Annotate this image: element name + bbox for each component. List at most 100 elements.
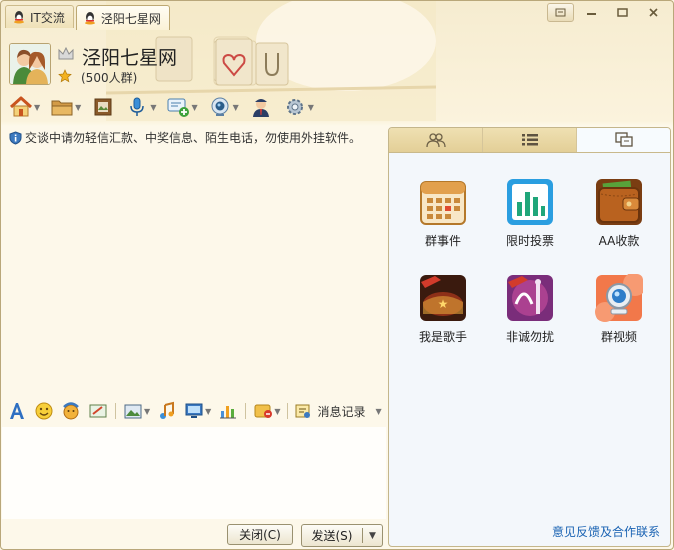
send-button[interactable]: 发送(S) [302,527,362,544]
home-icon [9,96,33,117]
app-group-events[interactable]: 群事件 [403,178,483,249]
chevron-down-icon[interactable]: ▼ [308,103,314,112]
chevron-down-icon[interactable]: ▼ [274,407,280,416]
font-icon [10,403,24,419]
video-icon [211,97,229,116]
screenshot-button[interactable]: ▼ [184,399,211,423]
history-icon [295,404,311,418]
chevron-down-icon[interactable]: ▼ [375,407,381,416]
list-icon [521,134,538,146]
app-label: 限时投票 [505,234,554,248]
feedback-link[interactable]: 意见反馈及合作联系 [552,523,660,540]
app-label: 群事件 [424,234,461,248]
tab-jingyang-qixing[interactable]: 泾阳七星网 [75,5,170,30]
minimize-icon[interactable] [578,3,605,22]
screen-capture-icon [185,403,203,418]
tab-it-exchange[interactable]: IT交流 [5,5,74,28]
message-input[interactable] [2,427,386,519]
qq-penguin-icon [14,11,24,24]
dating-show-icon [506,274,554,322]
settings-button[interactable]: ▼ [281,94,316,120]
chevron-down-icon[interactable]: ▼ [75,103,81,112]
apps-icon [614,131,633,147]
shield-info-icon [9,130,22,145]
magic-emoji-icon [63,402,79,420]
settings-icon [286,99,303,115]
app-if-you-are-the-one[interactable]: 非诚勿扰 [490,274,570,345]
chevron-down-icon[interactable]: ▼ [233,103,239,112]
magic-emoji-button[interactable] [61,399,81,423]
close-button[interactable]: 关闭(C) [227,524,293,545]
doodle-icon [89,404,107,418]
close-icon[interactable] [640,3,667,22]
conversation-tabs: IT交流 泾阳七星网 [5,5,170,30]
admin-icon [252,99,269,117]
doodle-button[interactable] [88,399,108,423]
restore-icon[interactable] [547,3,574,22]
chevron-down-icon[interactable]: ▼ [34,103,40,112]
chevron-down-icon[interactable]: ▼ [144,407,150,416]
chevron-down-icon[interactable]: ▼ [205,407,211,416]
folder-icon [51,100,73,116]
format-toolbar: ▼ ▼ ▼ 消息记录 ▼ [7,397,383,425]
home-button[interactable]: ▼ [7,94,42,120]
app-group-video[interactable]: 群视频 [579,274,659,345]
voice-button[interactable]: ▼ [123,94,158,120]
group-video-icon [595,274,643,322]
album-icon [94,98,112,116]
chat-add-button[interactable]: ▼ [164,94,199,120]
tab-label: IT交流 [30,10,65,25]
send-image-button[interactable]: ▼ [123,399,150,423]
shake-button[interactable]: ▼ [253,399,280,423]
singer-icon: ★ [419,274,467,322]
image-icon [124,404,142,419]
chat-add-icon [167,98,190,117]
group-side-panel: 群事件 限时投票 AA收款 ★ 我是歌手 非诚勿扰 群视频 意见反馈及合作联系 [388,127,671,547]
app-i-am-singer[interactable]: ★ 我是歌手 [403,274,483,345]
voice-icon [130,97,145,116]
app-timed-vote[interactable]: 限时投票 [490,178,570,249]
music-button[interactable] [157,399,177,423]
app-label: AA收款 [598,234,640,248]
vote-chart-icon [506,178,554,226]
tab-label: 泾阳七星网 [100,11,161,26]
calendar-icon [419,178,467,226]
main-toolbar: ▼ ▼ ▼ ▼ ▼ ▼ [7,93,322,121]
app-aa-collection[interactable]: AA收款 [579,178,659,249]
smiley-icon [35,402,53,420]
chevron-down-icon[interactable]: ▼ [150,103,156,112]
stats-button[interactable] [218,399,238,423]
shake-window-icon [254,404,273,418]
group-avatar[interactable] [9,43,51,85]
maximize-icon[interactable] [609,3,636,22]
chevron-down-icon[interactable]: ▼ [191,103,197,112]
send-button-group: 发送(S) ▼ [301,524,383,547]
tab-list[interactable] [483,128,577,152]
send-options-chevron-icon[interactable]: ▼ [363,531,382,541]
crown-icon [58,47,74,60]
message-area[interactable] [2,125,386,395]
files-button[interactable]: ▼ [48,94,83,120]
window-controls [547,3,667,22]
album-button[interactable] [89,94,117,120]
font-button[interactable] [7,399,27,423]
wallet-icon [595,178,643,226]
emoji-button[interactable] [34,399,54,423]
group-member-count: (500人群) [81,71,138,85]
divider [115,403,116,419]
app-label: 群视频 [600,330,637,344]
notice-text: 交谈中请勿轻信汇款、中奖信息、陌生电话，勿使用外挂软件。 [25,131,362,145]
music-icon [160,401,175,419]
divider [287,403,289,419]
security-notice: 交谈中请勿轻信汇款、中奖信息、陌生电话，勿使用外挂软件。 [9,129,361,146]
admin-button[interactable] [247,94,275,120]
bar-chart-icon [220,406,237,419]
panel-tabs [389,128,670,153]
chat-window: IT交流 泾阳七星网 泾阳七星网 (500人群) ▼ ▼ ▼ ▼ ▼ ▼ 交谈中… [0,0,674,550]
star-badge-icon [58,69,72,83]
tab-apps[interactable] [577,128,670,152]
tab-members[interactable] [389,128,483,152]
group-name: 泾阳七星网 [82,47,178,69]
message-record-button[interactable]: 消息记录 ▼ [295,403,382,420]
video-button[interactable]: ▼ [206,94,241,120]
